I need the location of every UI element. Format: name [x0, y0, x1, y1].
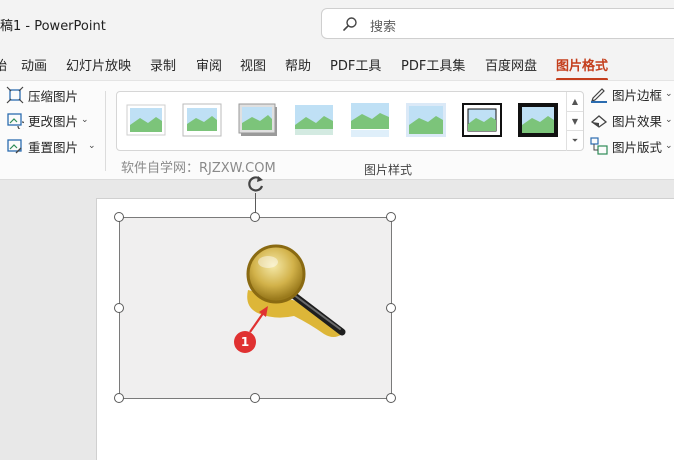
picture-styles-gallery: ▲ ▼ ⏷ [116, 91, 584, 151]
style-glow-edge-icon[interactable] [406, 103, 446, 137]
picture-effects-label: 图片效果 [612, 113, 663, 129]
reset-picture-icon [7, 139, 22, 154]
tab-pdf-toolset[interactable]: PDF工具集 [401, 55, 465, 74]
tab-help[interactable]: 帮助 [285, 55, 311, 74]
change-picture-icon [7, 113, 24, 129]
ribbon: 压缩图片 更改图片 ⌄ 重置图片 ⌄ ▲ ▼ ⏷ 软件自学网：RJZXW.COM… [0, 80, 674, 180]
document-title: 稿1 - PowerPoint [0, 19, 106, 34]
style-thick-black-frame-icon[interactable] [518, 103, 558, 137]
style-black-frame-icon[interactable] [462, 103, 502, 137]
tab-animations[interactable]: 动画 [21, 55, 47, 74]
chevron-up-icon: ▲ [571, 97, 579, 106]
style-reflected-icon[interactable] [350, 103, 390, 137]
search-placeholder: 搜索 [370, 20, 397, 35]
chevron-down-icon: ⌄ [88, 141, 96, 151]
gallery-more-button[interactable]: ⏷ [566, 130, 583, 151]
resize-handle-right[interactable] [386, 303, 396, 313]
chevron-down-icon: ⌄ [81, 115, 89, 125]
annotation-marker: 1 [234, 331, 256, 353]
picture-layout-icon [590, 137, 608, 155]
ribbon-tabs: 始 动画 幻灯片放映 录制 审阅 视图 帮助 PDF工具 PDF工具集 百度网盘… [0, 46, 674, 81]
tab-picture-format[interactable]: 图片格式 [556, 55, 609, 81]
resize-handle-left[interactable] [114, 303, 124, 313]
chevron-down-icon: ⌄ [665, 115, 673, 125]
group-separator [105, 91, 106, 171]
tab-view[interactable]: 视图 [240, 55, 266, 74]
gallery-scroll-down-button[interactable]: ▼ [566, 111, 583, 130]
chevron-down-icon: ▼ [571, 116, 579, 126]
compress-pictures-label: 压缩图片 [28, 88, 79, 104]
reset-picture-button[interactable]: 重置图片 ⌄ [6, 135, 96, 157]
picture-border-button[interactable]: 图片边框 ⌄ [590, 83, 673, 105]
compress-icon [6, 86, 24, 104]
chevron-down-icon: ⌄ [665, 141, 673, 151]
picture-effects-button[interactable]: 图片效果 ⌄ [590, 109, 673, 131]
tab-home[interactable]: 始 [0, 55, 7, 74]
resize-handle-top-left[interactable] [114, 212, 124, 222]
resize-handle-bottom-left[interactable] [114, 393, 124, 403]
resize-handle-bottom[interactable] [250, 393, 260, 403]
resize-handle-bottom-right[interactable] [386, 393, 396, 403]
change-picture-label: 更改图片 [28, 113, 79, 129]
effects-icon [590, 115, 608, 128]
pen-icon [591, 88, 607, 103]
picture-layout-button[interactable]: 图片版式 ⌄ [590, 135, 673, 157]
rotate-handle-icon[interactable] [246, 174, 266, 194]
tab-pdf-tools[interactable]: PDF工具 [330, 55, 381, 74]
tab-review[interactable]: 审阅 [196, 55, 222, 74]
resize-handle-top[interactable] [250, 212, 260, 222]
picture-border-label: 图片边框 [612, 87, 663, 103]
change-picture-button[interactable]: 更改图片 ⌄ [6, 109, 89, 131]
compress-pictures-button[interactable]: 压缩图片 [6, 84, 78, 106]
tab-baidu-netdisk[interactable]: 百度网盘 [485, 55, 537, 74]
style-simple-frame-icon[interactable] [126, 103, 166, 137]
tab-record[interactable]: 录制 [150, 55, 176, 74]
title-bar: 稿1 - PowerPoint 搜索 [0, 0, 674, 46]
style-white-frame-icon[interactable] [182, 103, 222, 137]
resize-handle-top-right[interactable] [386, 212, 396, 222]
picture-layout-label: 图片版式 [612, 139, 663, 155]
gallery-scroll-up-button[interactable]: ▲ [566, 92, 583, 111]
picture-styles-group-label: 图片样式 [364, 163, 413, 177]
chevron-down-icon: ⌄ [665, 89, 673, 99]
search-icon [343, 17, 357, 31]
expand-more-icon: ⏷ [571, 136, 579, 145]
search-box[interactable]: 搜索 [321, 8, 674, 39]
tab-slideshow[interactable]: 幻灯片放映 [66, 55, 131, 74]
style-soft-edge-icon[interactable] [294, 103, 334, 137]
reset-picture-label: 重置图片 [28, 139, 79, 155]
style-drop-shadow-icon[interactable] [238, 103, 278, 137]
